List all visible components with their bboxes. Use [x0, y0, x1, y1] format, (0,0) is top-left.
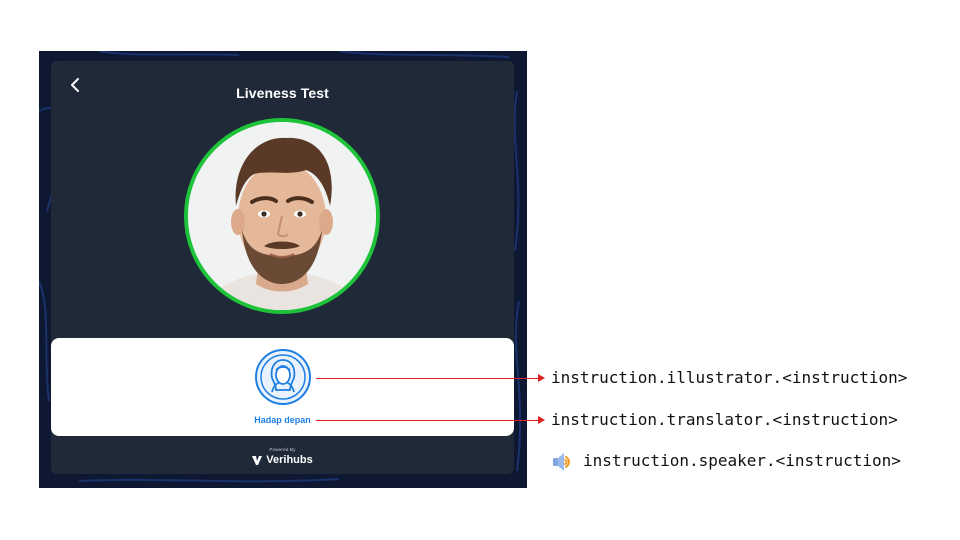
brand-name: Verihubs [266, 454, 313, 466]
face-image [188, 122, 376, 310]
liveness-card: Liveness Test Hadap depan Powered By Ver… [51, 61, 514, 474]
speaker-annotation: instruction.speaker.<instruction> [583, 451, 901, 470]
brand: Verihubs [51, 454, 514, 466]
verihubs-logo [252, 455, 263, 465]
translator-annotation: instruction.translator.<instruction> [551, 410, 898, 429]
speaker-icon [553, 453, 571, 471]
instruction-panel: Hadap depan [51, 338, 514, 436]
powered-by-label: Powered By [269, 447, 296, 452]
translator-arrow-head [538, 416, 545, 424]
face-front-icon [255, 349, 311, 405]
face-camera-preview [184, 118, 380, 314]
translator-arrow-line [316, 420, 543, 421]
page-title: Liveness Test [236, 85, 329, 101]
illustrator-arrow-head [538, 374, 545, 382]
illustrator-arrow-line [316, 378, 543, 379]
illustrator-annotation: instruction.illustrator.<instruction> [551, 368, 908, 387]
app-screenshot: Liveness Test Hadap depan Powered By Ver… [39, 51, 527, 488]
